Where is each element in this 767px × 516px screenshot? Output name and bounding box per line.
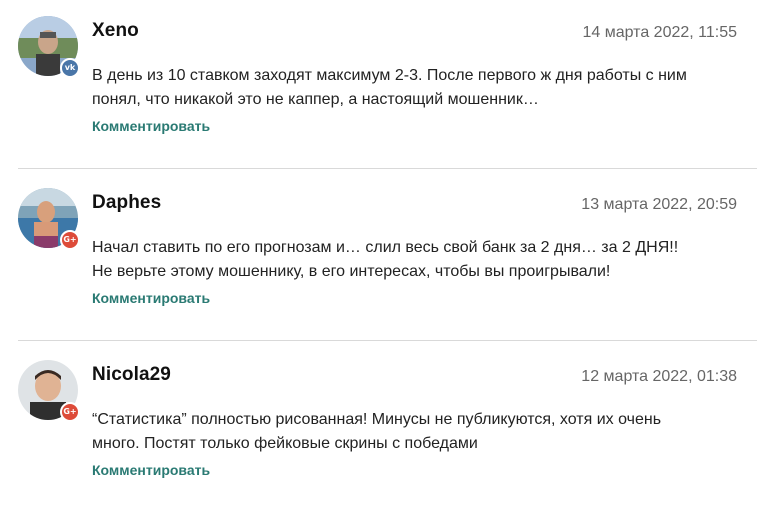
- comment-text: “Статистика” полностью рисованная! Минус…: [92, 411, 662, 452]
- comment-date: 14 марта 2022, 11:55: [582, 24, 737, 41]
- avatar-container: G+: [18, 188, 80, 250]
- comment-reply-button[interactable]: Комментировать: [92, 118, 210, 134]
- comment-text: Начал ставить по его прогнозам и… слил в…: [92, 239, 679, 280]
- vk-icon: vk: [60, 58, 80, 78]
- comment-date: 12 марта 2022, 01:38: [581, 368, 737, 385]
- comment-item: G+ Daphes 13 марта 2022, 20:59 Начал ста…: [0, 172, 767, 344]
- avatar-container: vk: [18, 16, 80, 78]
- google-plus-icon: G+: [60, 230, 80, 250]
- comment-reply-button[interactable]: Комментировать: [92, 462, 210, 478]
- comment-author[interactable]: Xeno: [92, 20, 139, 42]
- comment-divider: [18, 340, 757, 341]
- comment-author[interactable]: Daphes: [92, 192, 161, 214]
- comment-divider: [18, 168, 757, 169]
- avatar-container: G+: [18, 360, 80, 422]
- comment-text: В день из 10 ставком заходят максимум 2-…: [92, 67, 687, 108]
- comment-author[interactable]: Nicola29: [92, 364, 171, 386]
- comment-reply-button[interactable]: Комментировать: [92, 290, 210, 306]
- comment-date: 13 марта 2022, 20:59: [581, 196, 737, 213]
- google-plus-icon: G+: [60, 402, 80, 422]
- comment-item: G+ Nicola29 12 марта 2022, 01:38 “Статис…: [0, 344, 767, 516]
- comment-item: vk Xeno 14 марта 2022, 11:55 В день из 1…: [0, 0, 767, 172]
